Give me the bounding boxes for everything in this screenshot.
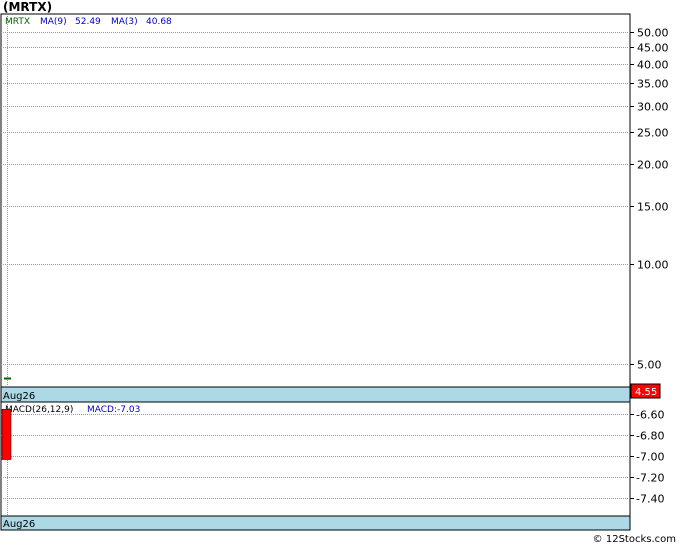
macd-tick-label: -7.00: [636, 451, 664, 464]
macd-marks: [1, 408, 12, 460]
macd-panel-frame: [0, 401, 631, 531]
ticker-title: (MRTX): [3, 0, 52, 14]
price-tick-label: 15.00: [637, 201, 669, 214]
price-tick-label: 10.00: [637, 259, 669, 272]
macd-date-band: [0, 515, 631, 531]
price-tick-label: 30.00: [637, 101, 669, 114]
macd-tick-label: -6.80: [636, 430, 664, 443]
legend-ma3-value: 40.68: [146, 17, 172, 27]
price-tick-label: 40.00: [637, 59, 669, 72]
price-panel-frame: [0, 13, 631, 403]
stock-chart: (MRTX) 50.00 45.00 40.00 35.00 30.00 25.00 20.…: [0, 0, 676, 545]
macd-tick-label: -6.60: [636, 409, 664, 422]
price-tick-label: 35.00: [637, 78, 669, 91]
price-tick-label: 5.00: [637, 359, 662, 372]
macd-bar: [1, 408, 12, 460]
price-date-label: Aug26: [3, 391, 35, 402]
macd-axis: -6.60 -6.80 -7.00 -7.20 -7.40: [630, 409, 664, 506]
price-axis: 50.00 45.00 40.00 35.00 30.00 25.00 20.00 15.00…: [630, 27, 669, 372]
legend-ma9-label: MA(9): [40, 17, 67, 27]
macd-legend-label: MACD(26,12,9): [5, 405, 73, 415]
price-tick-label: 45.00: [637, 42, 669, 55]
macd-tick-label: -7.40: [636, 493, 664, 506]
legend-ma3-label: MA(3): [111, 17, 138, 27]
legend-ma9-value: 52.49: [75, 17, 101, 27]
legend-symbol: MRTX: [5, 17, 30, 27]
last-price-value: 4.55: [635, 387, 657, 398]
footer-watermark: © 12Stocks.com: [593, 534, 676, 545]
price-tick-label: 25.00: [637, 127, 669, 140]
macd-date-label: Aug26: [3, 519, 35, 530]
macd-legend-value: MACD:-7.03: [87, 405, 140, 415]
price-tick-label: 20.00: [637, 159, 669, 172]
price-date-band: [0, 386, 631, 403]
price-tick-label: 50.00: [637, 27, 669, 40]
macd-tick-label: -7.20: [636, 472, 664, 485]
